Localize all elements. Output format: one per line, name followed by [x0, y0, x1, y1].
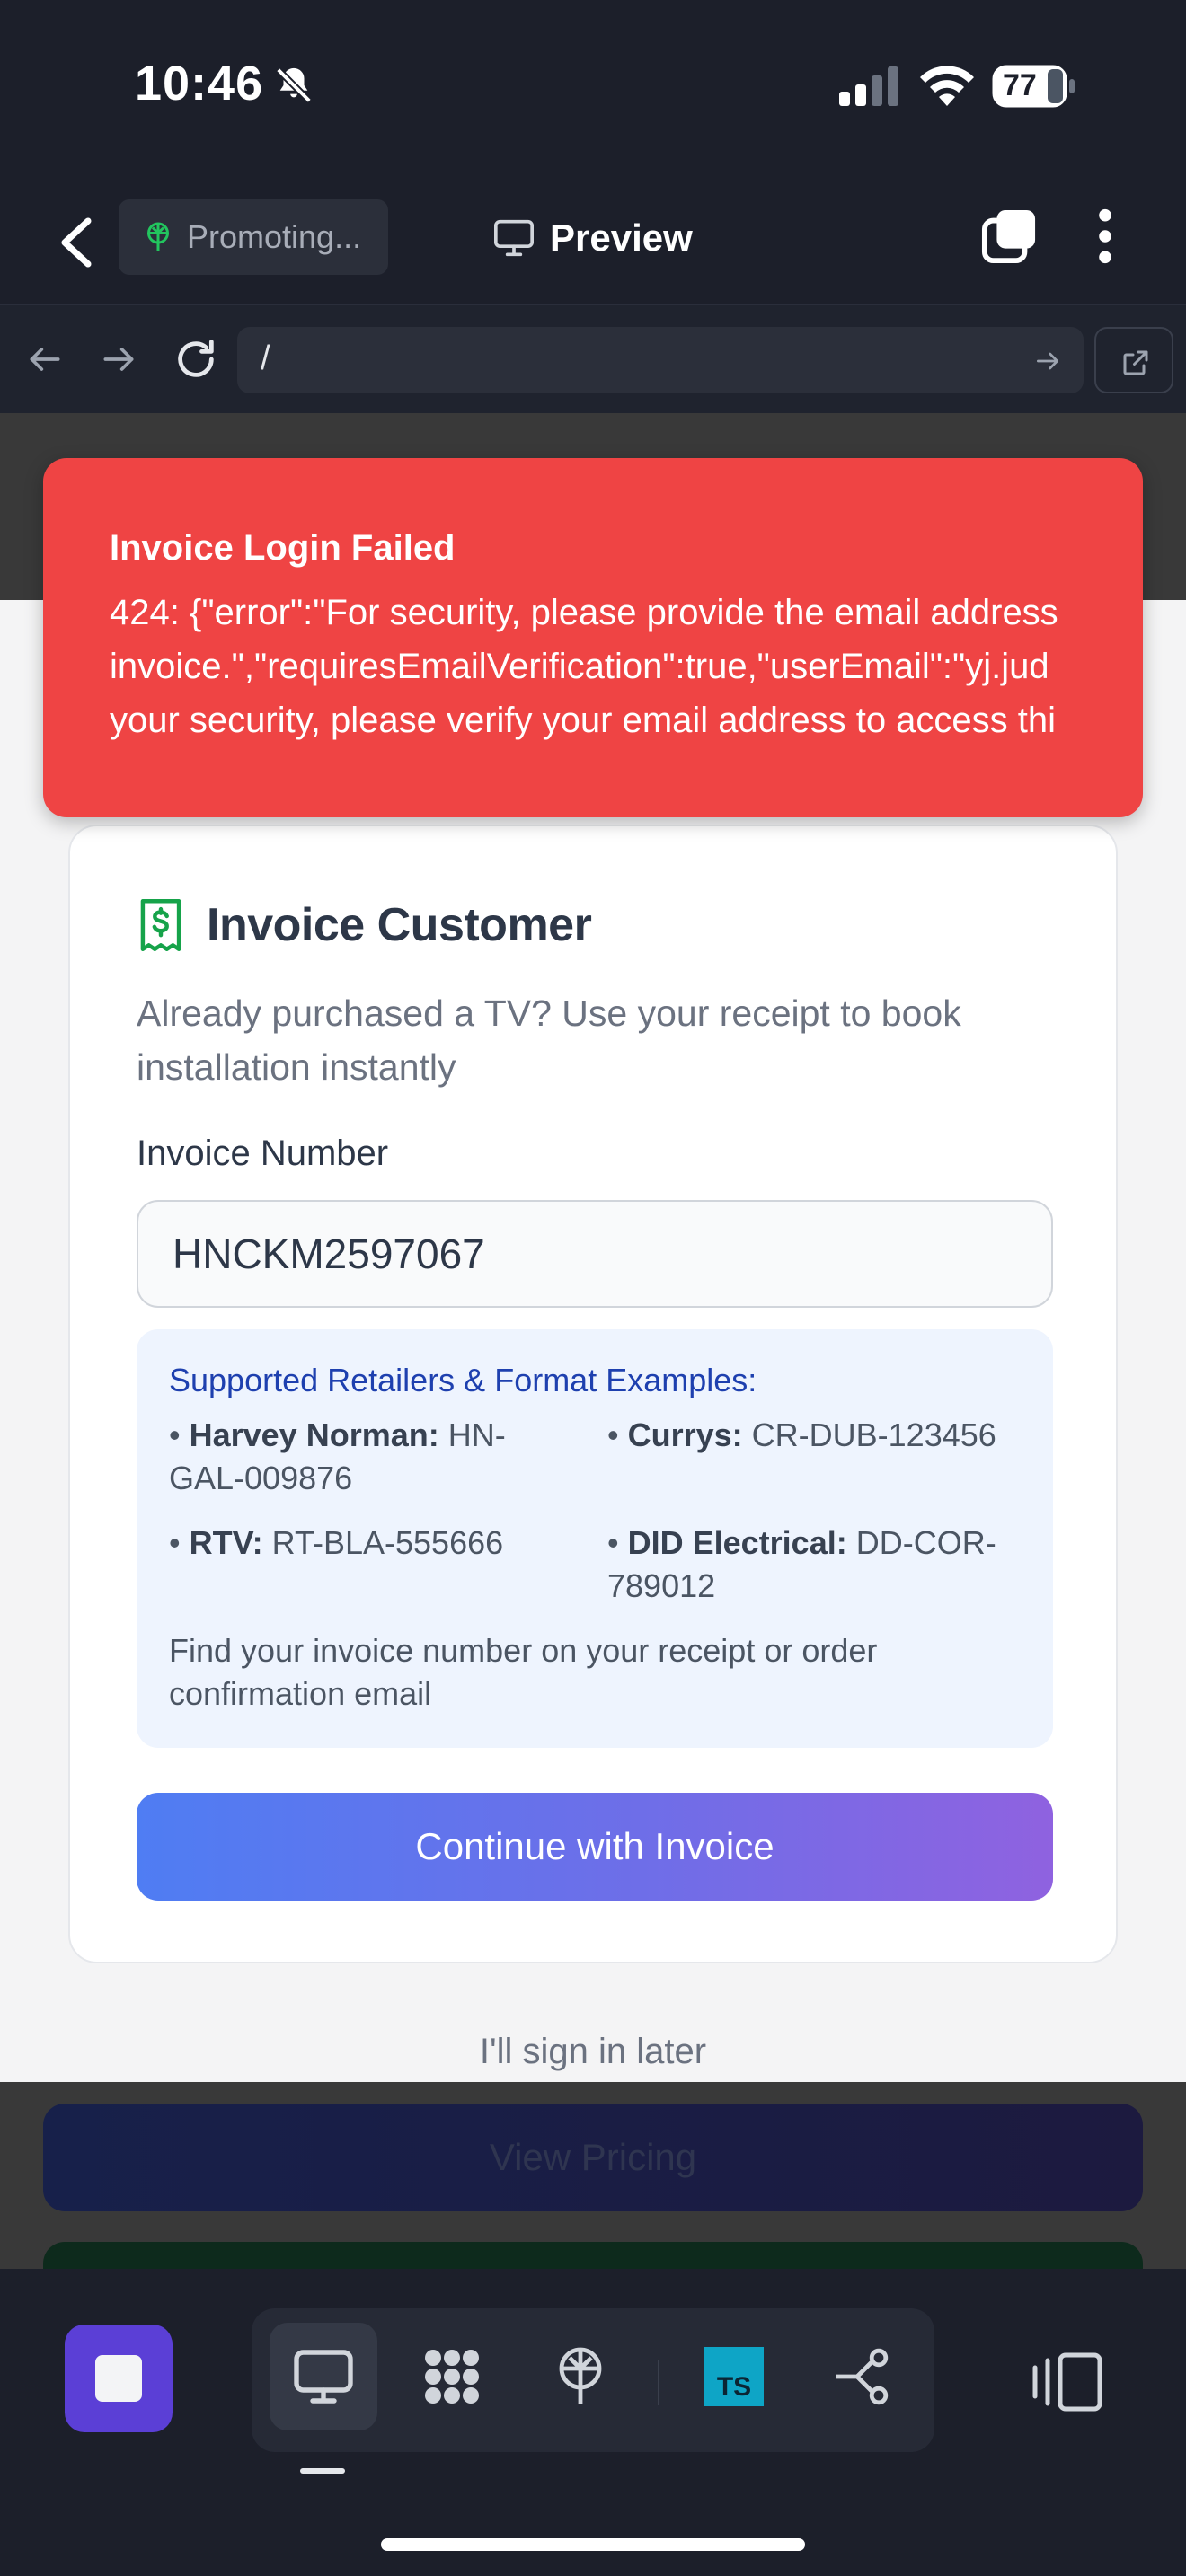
monitor-icon [494, 219, 534, 257]
view-pricing-button[interactable]: View Pricing [43, 2104, 1143, 2211]
retailer-format: RT-BLA-555666 [271, 1524, 504, 1561]
tool-apps[interactable] [398, 2323, 506, 2430]
browser-bar: / [0, 305, 1186, 413]
invoice-number-input[interactable] [137, 1200, 1053, 1308]
home-indicator [381, 2538, 805, 2551]
retailer-name: Currys: [627, 1416, 743, 1453]
tool-group: TS [252, 2308, 934, 2452]
bottom-toolbar: TS [0, 2269, 1186, 2576]
app-header: Promoting... Preview [0, 171, 1186, 305]
tabs-icon[interactable] [981, 208, 1037, 264]
info-title: Supported Retailers & Format Examples: [169, 1362, 757, 1398]
url-field[interactable]: / [237, 327, 1084, 393]
receipt-dollar-icon [140, 899, 181, 951]
project-chip-label: Promoting... [187, 218, 362, 255]
preview-title: Preview [492, 207, 693, 269]
retailer-info-box: Supported Retailers & Format Examples: •… [137, 1329, 1053, 1748]
status-bar: 10:46 77 [0, 0, 1186, 171]
retailer-name: Harvey Norman: [189, 1416, 439, 1453]
cellular-signal-icon [839, 66, 898, 106]
battery-level: 77 [1003, 68, 1037, 102]
retailer-name: DID Electrical: [627, 1524, 847, 1561]
toolbar-separator [658, 2360, 659, 2405]
open-external-button[interactable] [1094, 327, 1173, 393]
url-go-icon[interactable] [1033, 347, 1062, 375]
deploy-status-icon [147, 222, 169, 251]
nav-back-icon[interactable] [25, 340, 65, 379]
reload-icon[interactable] [173, 336, 219, 383]
external-link-icon [1123, 350, 1148, 375]
git-branch-icon [836, 2348, 889, 2405]
retailer-rtv: • RTV: RT-BLA-555666 [169, 1524, 504, 1561]
invoice-number-label: Invoice Number [137, 1134, 389, 1173]
more-options-icon[interactable] [1091, 207, 1120, 266]
ts-label: TS [717, 2372, 751, 2402]
bell-off-icon [276, 67, 312, 103]
retailer-did-electrical: • DID Electrical: DD-COR-789012 [607, 1524, 996, 1604]
card-title: Invoice Customer [207, 899, 592, 951]
battery-icon: 77 [992, 65, 1078, 108]
invoice-card: Invoice Customer Already purchased a TV?… [68, 825, 1118, 1963]
tool-typescript[interactable]: TS [680, 2323, 788, 2430]
toast-title: Invoice Login Failed [110, 528, 456, 568]
stop-icon [95, 2355, 142, 2402]
retailer-name: RTV: [189, 1524, 263, 1561]
retailer-harvey-norman: • Harvey Norman: HN-GAL-009876 [169, 1416, 506, 1496]
typescript-icon: TS [704, 2347, 764, 2406]
project-chip[interactable]: Promoting... [119, 199, 388, 275]
desktop-icon [294, 2350, 353, 2404]
stop-button[interactable] [65, 2325, 173, 2432]
error-toast[interactable]: Invoice Login Failed 424: {"error":"For … [43, 458, 1143, 817]
info-note: Find your invoice number on your receipt… [169, 1632, 878, 1712]
status-time: 10:46 [135, 57, 264, 110]
deploy-icon [559, 2347, 602, 2404]
apps-grid-icon [425, 2350, 479, 2404]
nav-forward-icon[interactable] [99, 340, 138, 379]
retailer-format: CR-DUB-123456 [751, 1416, 996, 1453]
tool-deploy[interactable] [527, 2323, 634, 2430]
tool-git[interactable] [809, 2323, 916, 2430]
continue-with-invoice-button[interactable]: Continue with Invoice [137, 1793, 1053, 1901]
retailer-currys: • Currys: CR-DUB-123456 [607, 1416, 996, 1453]
card-subtitle: Already purchased a TV? Use your receipt… [137, 992, 961, 1088]
preview-title-text: Preview [550, 216, 693, 259]
card-header: Invoice Customer [137, 898, 592, 952]
side-panel-icon[interactable] [1031, 2350, 1103, 2414]
below-fold-overlay: View Pricing [0, 2082, 1186, 2296]
wifi-icon [920, 66, 974, 106]
active-tool-indicator [300, 2468, 345, 2474]
tool-preview[interactable] [270, 2323, 377, 2430]
url-text: / [261, 340, 270, 377]
sign-later-link[interactable]: I'll sign in later [0, 2032, 1186, 2072]
back-chevron-icon[interactable] [56, 216, 95, 269]
toast-message: 424: {"error":"For security, please prov… [110, 593, 1058, 740]
